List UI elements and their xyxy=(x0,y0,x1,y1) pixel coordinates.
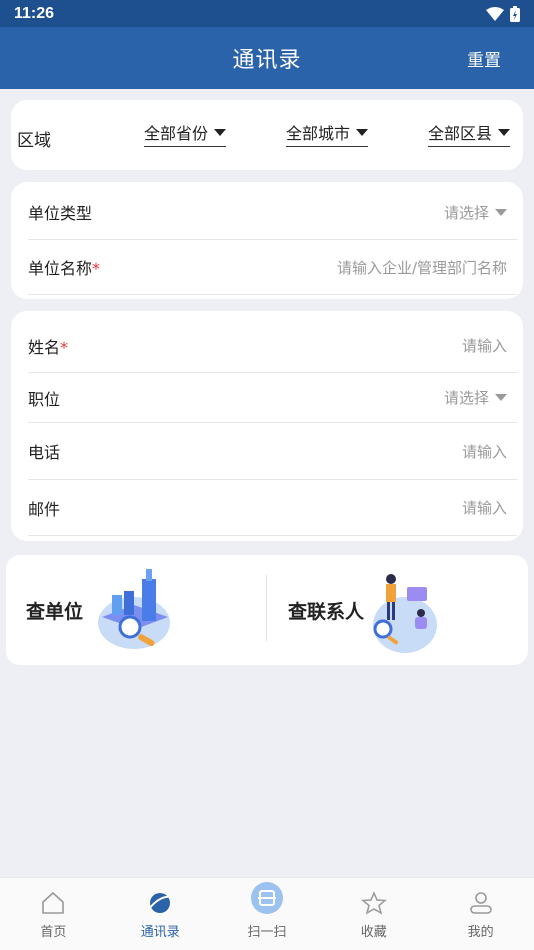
bottom-tab-bar: 首页 通讯录 扫一扫 收藏 我的 xyxy=(0,877,534,950)
province-value: 全部省份 xyxy=(144,124,209,143)
phone-row[interactable]: 电话 请输入 xyxy=(28,423,517,480)
planet-icon xyxy=(148,893,173,913)
search-unit-button[interactable]: 查单位 xyxy=(6,555,266,665)
unit-name-input[interactable]: 请输入企业/管理部门名称 xyxy=(337,257,517,278)
tab-home-label: 首页 xyxy=(40,925,67,940)
tab-mine-label: 我的 xyxy=(467,925,494,940)
email-input[interactable]: 请输入 xyxy=(462,497,517,518)
home-icon xyxy=(42,891,65,914)
scan-icon xyxy=(250,882,283,914)
caret-down-icon xyxy=(495,208,507,216)
region-card: 区域 全部省份 全部城市 全部区县 xyxy=(11,100,523,170)
star-icon xyxy=(360,891,387,915)
position-label: 职位 xyxy=(28,389,61,409)
caret-down-icon xyxy=(498,128,511,136)
battery-icon xyxy=(510,5,520,22)
city-dropdown[interactable]: 全部城市 xyxy=(286,120,369,147)
status-icons xyxy=(486,5,520,22)
search-contact-label: 查联系人 xyxy=(288,601,365,623)
app-bar: 通讯录 重置 xyxy=(0,27,534,89)
unit-name-row[interactable]: 单位名称* 请输入企业/管理部门名称 xyxy=(28,240,517,295)
tab-scan[interactable]: 扫一扫 xyxy=(214,878,321,950)
name-label: 姓名* xyxy=(28,337,69,357)
tab-mine[interactable]: 我的 xyxy=(427,878,534,950)
page-title: 通讯录 xyxy=(232,48,302,73)
reset-button[interactable]: 重置 xyxy=(467,46,501,71)
province-dropdown[interactable]: 全部省份 xyxy=(144,120,227,147)
tab-home[interactable]: 首页 xyxy=(0,878,107,950)
caret-down-icon xyxy=(356,128,369,136)
name-input[interactable]: 请输入 xyxy=(462,335,517,356)
phone-label: 电话 xyxy=(28,443,61,462)
search-contact-button[interactable]: 查联系人 xyxy=(267,555,528,665)
caret-down-icon xyxy=(214,128,227,136)
email-row[interactable]: 邮件 请输入 xyxy=(28,480,517,536)
status-time: 11:26 xyxy=(14,4,55,22)
status-bar: 11:26 xyxy=(0,0,534,27)
unit-type-label: 单位类型 xyxy=(28,204,93,223)
unit-type-select[interactable]: 请选择 xyxy=(444,202,517,223)
caret-down-icon xyxy=(495,394,507,401)
people-illustration-icon xyxy=(373,574,437,653)
tab-favorites-label: 收藏 xyxy=(360,925,387,940)
unit-type-value: 请选择 xyxy=(443,203,489,222)
district-dropdown[interactable]: 全部区县 xyxy=(428,120,511,147)
position-value: 请选择 xyxy=(443,389,489,407)
city-value: 全部城市 xyxy=(286,124,351,143)
quick-search-card: 查单位 查联系人 xyxy=(6,555,528,665)
position-select[interactable]: 请选择 xyxy=(444,387,517,408)
wifi-icon xyxy=(486,6,504,21)
unit-name-label: 单位名称* xyxy=(28,259,101,278)
phone-input[interactable]: 请输入 xyxy=(462,441,517,462)
buildings-illustration-icon xyxy=(98,569,170,649)
position-row[interactable]: 职位 请选择 xyxy=(28,373,517,423)
user-icon xyxy=(469,892,492,914)
search-unit-label: 查单位 xyxy=(26,601,84,623)
person-card: 姓名* 请输入 职位 请选择 电话 请输入 邮件 请输入 xyxy=(11,311,523,541)
tab-contacts-label: 通讯录 xyxy=(140,925,180,940)
email-label: 邮件 xyxy=(28,499,61,519)
district-value: 全部区县 xyxy=(428,124,493,143)
name-row[interactable]: 姓名* 请输入 xyxy=(28,319,517,373)
unit-type-row[interactable]: 单位类型 请选择 xyxy=(28,185,517,240)
region-label: 区域 xyxy=(17,131,51,151)
unit-card: 单位类型 请选择 单位名称* 请输入企业/管理部门名称 xyxy=(11,182,523,299)
tab-scan-label: 扫一扫 xyxy=(247,925,287,940)
tab-contacts[interactable]: 通讯录 xyxy=(107,878,214,950)
tab-favorites[interactable]: 收藏 xyxy=(320,878,427,950)
